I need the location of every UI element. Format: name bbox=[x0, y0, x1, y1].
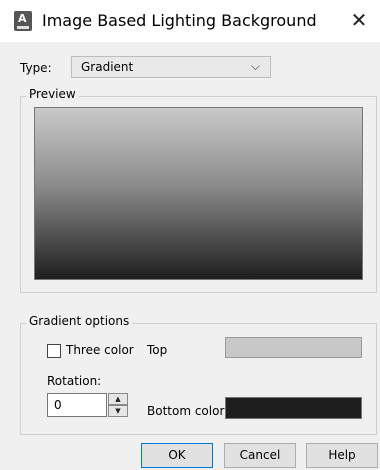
preview-legend: Preview bbox=[26, 87, 79, 101]
spin-up-button[interactable]: ▲ bbox=[108, 393, 128, 405]
chevron-down-icon: ⌵ bbox=[250, 59, 260, 73]
gradient-options-legend: Gradient options bbox=[26, 314, 133, 328]
three-color-checkbox[interactable] bbox=[47, 344, 61, 358]
preview-gradient-box bbox=[34, 107, 363, 280]
rotation-label: Rotation: bbox=[47, 374, 102, 388]
rotation-input[interactable]: 0 bbox=[47, 393, 107, 417]
autocad-app-icon bbox=[14, 11, 32, 31]
cancel-button[interactable]: Cancel bbox=[224, 443, 296, 468]
window-title: Image Based Lighting Background bbox=[42, 11, 317, 30]
three-color-label[interactable]: Three color bbox=[66, 343, 134, 357]
bottom-color-label: Bottom color: bbox=[147, 404, 229, 418]
ok-button[interactable]: OK bbox=[141, 443, 213, 468]
top-color-label: Top bbox=[147, 343, 168, 357]
type-label: Type: bbox=[20, 61, 52, 75]
top-color-swatch[interactable] bbox=[225, 337, 362, 358]
close-icon[interactable]: ✕ bbox=[346, 6, 372, 34]
spin-down-button[interactable]: ▼ bbox=[108, 405, 128, 417]
help-button[interactable]: Help bbox=[306, 443, 378, 468]
bottom-color-swatch[interactable] bbox=[225, 397, 362, 419]
image-based-lighting-background-dialog: Image Based Lighting Background ✕ Type: … bbox=[0, 0, 380, 470]
rotation-value: 0 bbox=[54, 398, 62, 412]
title-bar: Image Based Lighting Background ✕ bbox=[0, 0, 380, 42]
type-dropdown[interactable]: Gradient ⌵ bbox=[71, 56, 271, 78]
type-selected-value: Gradient bbox=[81, 60, 134, 74]
